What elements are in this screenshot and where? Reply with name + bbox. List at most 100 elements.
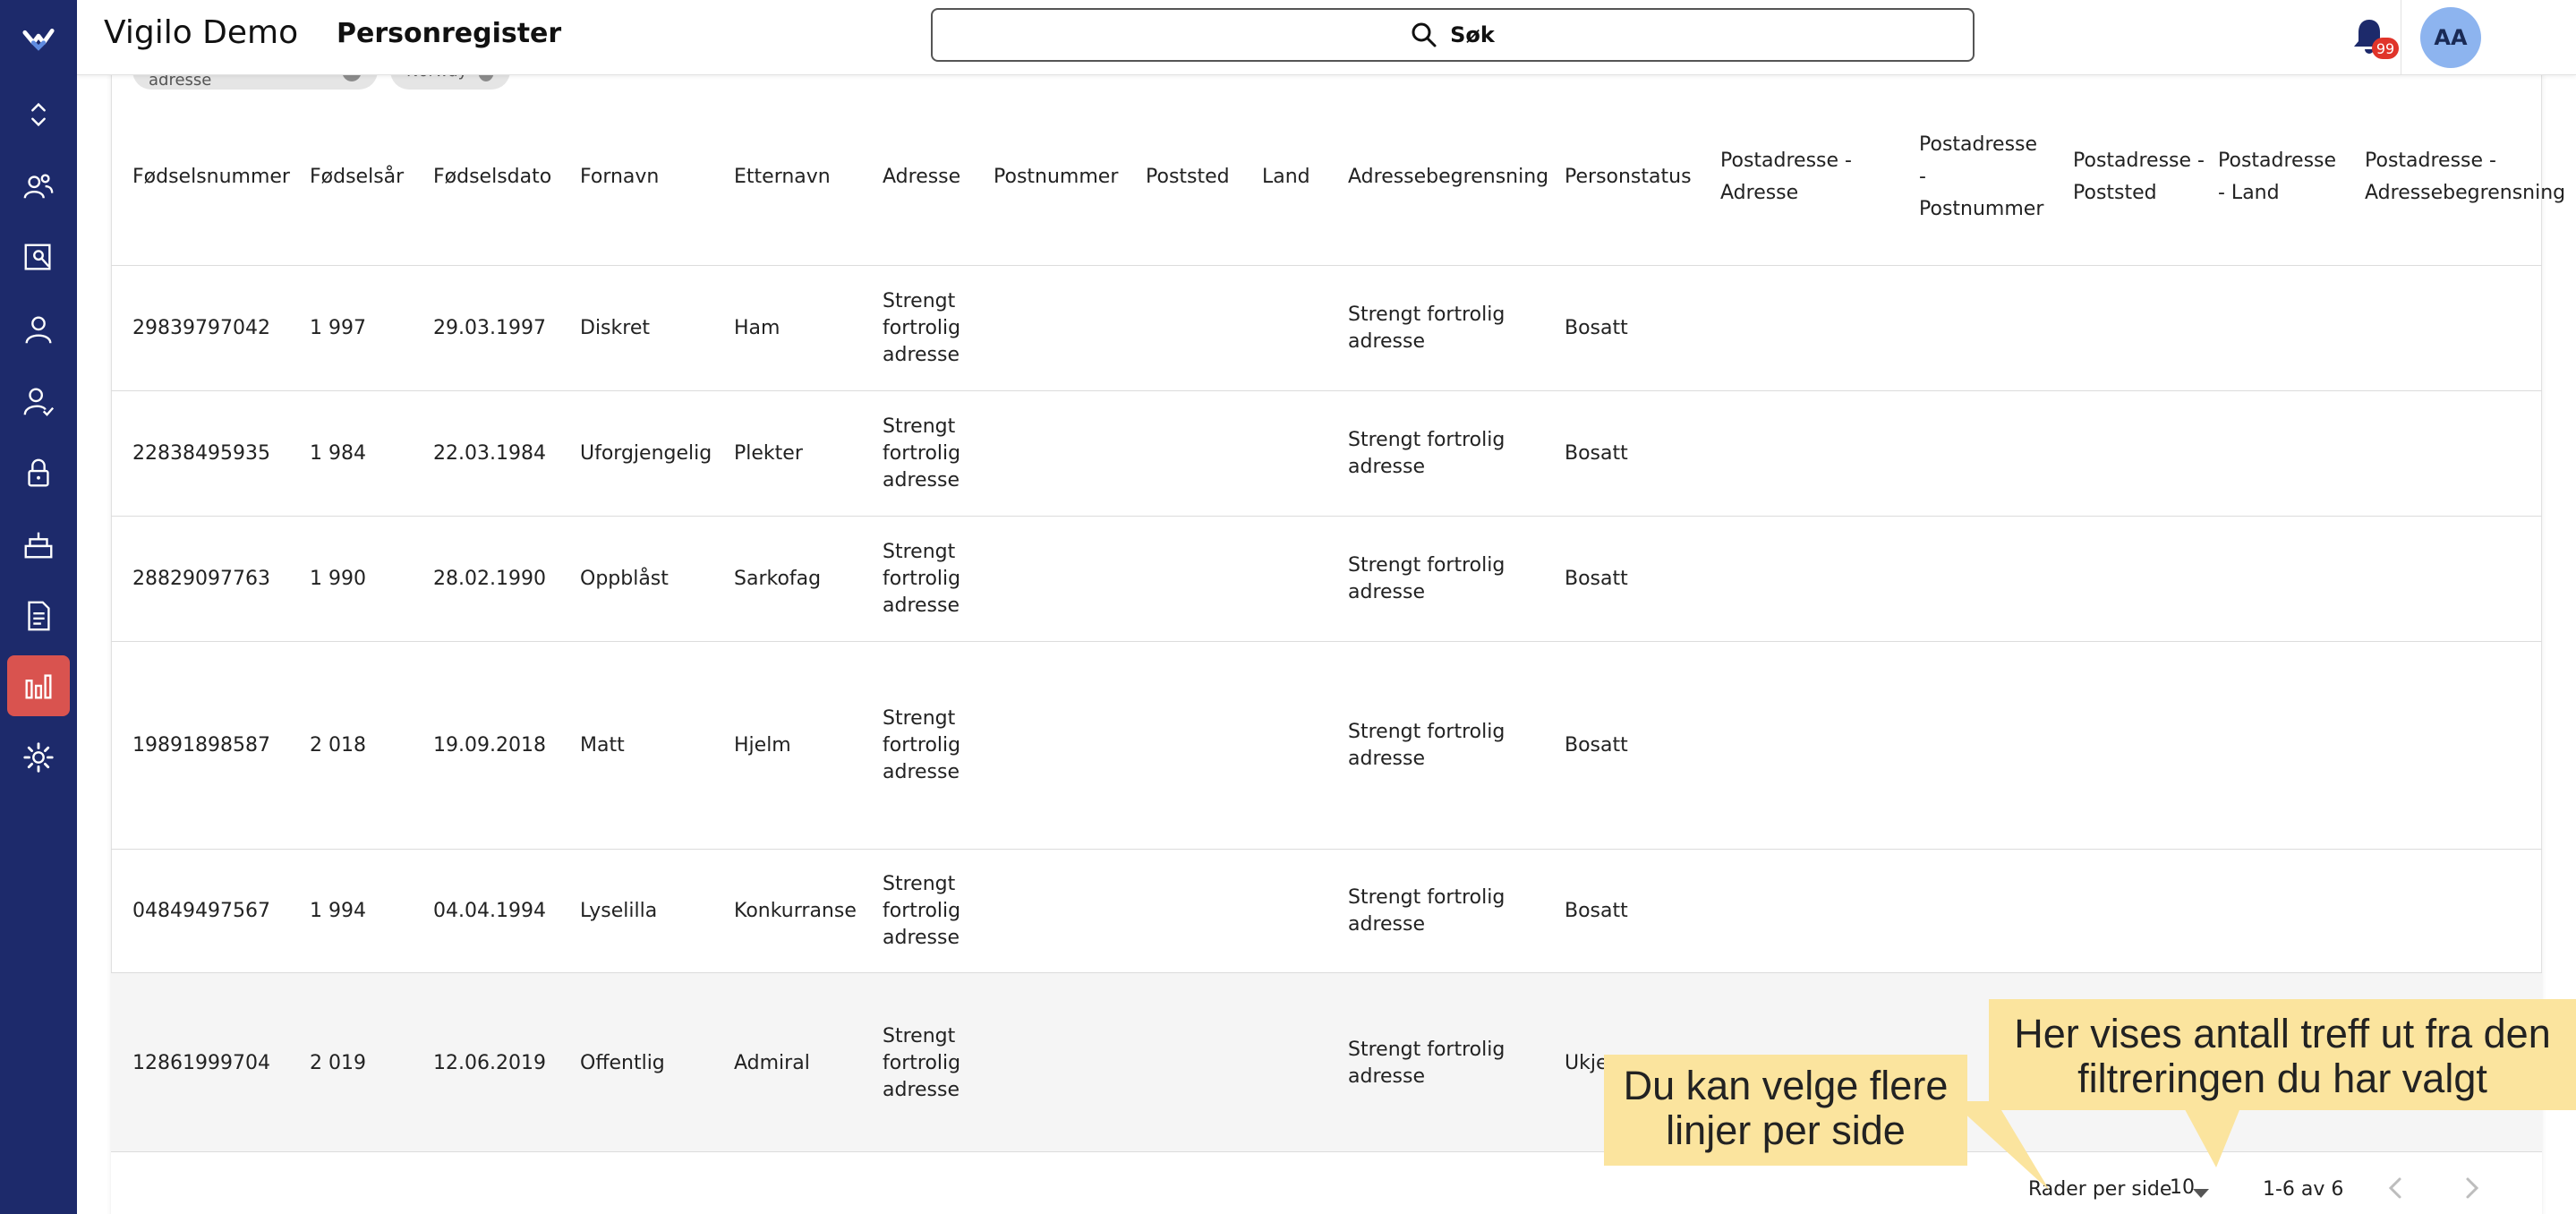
column-header[interactable]: Postnummer [994, 161, 1137, 193]
cell-restriction: Strengt fortrolig adresse [1348, 721, 1506, 770]
cell-address: Strengt fortrolig adresse [883, 415, 961, 492]
chevron-right-icon[interactable] [2456, 1173, 2486, 1203]
cell-status: Bosatt [1565, 442, 1628, 465]
cell-year: 1 990 [310, 568, 366, 590]
cell-restriction: Strengt fortrolig adresse [1348, 554, 1506, 603]
cell-last-name: Sarkofag [734, 568, 822, 590]
cell-fnr: 12861999704 [132, 1052, 270, 1074]
sidebar-item-search-person[interactable] [7, 227, 70, 288]
sidebar [0, 0, 77, 1214]
callout-pointer [1951, 1101, 2050, 1191]
sidebar-item-person[interactable] [7, 299, 70, 360]
logo-button[interactable] [7, 7, 70, 68]
cell-status: Bosatt [1565, 317, 1628, 339]
cell-fnr: 28829097763 [132, 568, 270, 590]
column-header[interactable]: Poststed [1146, 161, 1253, 193]
sidebar-item-expand[interactable] [7, 84, 70, 145]
cell-status: Bosatt [1565, 900, 1628, 922]
sidebar-item-documents[interactable] [7, 586, 70, 646]
cell-address: Strengt fortrolig adresse [883, 541, 961, 617]
cell-restriction: Strengt fortrolig adresse [1348, 429, 1506, 478]
sidebar-item-lock[interactable] [7, 442, 70, 503]
cell-date: 04.04.1994 [433, 900, 546, 922]
column-header[interactable]: Etternavn [734, 161, 868, 193]
cell-restriction: Strengt fortrolig adresse [1348, 1039, 1506, 1088]
cell-last-name: Hjelm [734, 734, 791, 757]
people-icon [23, 174, 54, 199]
cell-first-name: Lyselilla [580, 900, 658, 922]
avatar[interactable]: AA [2420, 7, 2481, 68]
person-icon [25, 316, 52, 344]
cell-date: 12.06.2019 [433, 1052, 546, 1074]
logo-icon [22, 29, 55, 51]
gear-icon [23, 742, 54, 773]
cell-address: Strengt fortrolig adresse [883, 707, 961, 783]
column-header[interactable]: Postadresse - Adressebegrensning [2365, 145, 2565, 209]
callout-rows-per-page: Du kan velge flere linjer per side [1604, 1055, 1967, 1166]
cell-year: 1 997 [310, 317, 366, 339]
cell-first-name: Oppblåst [580, 568, 669, 590]
sidebar-item-people[interactable] [7, 156, 70, 217]
sidebar-item-birthday[interactable] [7, 514, 70, 575]
expand-collapse-icon [31, 102, 46, 127]
cell-last-name: Admiral [734, 1052, 810, 1074]
column-header[interactable]: Fornavn [580, 161, 714, 193]
sidebar-item-reports[interactable] [7, 655, 70, 716]
cell-date: 29.03.1997 [433, 317, 546, 339]
top-header: Vigilo Demo Personregister Søk [77, 0, 2576, 75]
column-header[interactable]: Postadresse - Land [2218, 145, 2336, 209]
column-header[interactable]: Postadresse - Poststed [2073, 145, 2216, 209]
callout-pointer [2180, 1101, 2243, 1167]
rows-per-page-select[interactable]: 10 [2170, 1176, 2195, 1199]
pagination-range: 1-6 av 6 [2263, 1178, 2344, 1201]
cell-first-name: Offentlig [580, 1052, 665, 1074]
cell-fnr: 29839797042 [132, 317, 270, 339]
sidebar-item-person-check[interactable] [7, 371, 70, 432]
lock-icon [28, 458, 49, 487]
cell-address: Strengt fortrolig adresse [883, 873, 961, 949]
cell-address: Strengt fortrolig adresse [883, 1025, 961, 1101]
cell-first-name: Matt [580, 734, 625, 757]
cell-restriction: Strengt fortrolig adresse [1348, 886, 1506, 936]
app-title: Vigilo Demo [104, 14, 299, 51]
cell-year: 2 018 [310, 734, 366, 757]
cell-date: 28.02.1990 [433, 568, 546, 590]
page-title: Personregister [337, 18, 562, 49]
cell-last-name: Konkurranse [734, 900, 857, 922]
column-header[interactable]: Postadresse - Adresse [1720, 145, 1899, 209]
cell-address: Strengt fortrolig adresse [883, 290, 961, 366]
search-icon [1412, 22, 1437, 47]
cell-first-name: Uforgjengelig [580, 442, 712, 465]
search-button[interactable]: Søk [931, 8, 1975, 62]
document-icon [28, 601, 50, 631]
column-header[interactable]: Land [1262, 161, 1334, 193]
cell-status: Bosatt [1565, 568, 1628, 590]
cell-first-name: Diskret [580, 317, 650, 339]
cell-date: 22.03.1984 [433, 442, 546, 465]
column-header[interactable]: Fødselsnummer [132, 161, 303, 193]
cell-year: 1 994 [310, 900, 366, 922]
chevron-left-icon[interactable] [2381, 1173, 2411, 1203]
cell-last-name: Ham [734, 317, 780, 339]
column-header[interactable]: Adresse [883, 161, 981, 193]
cell-status: Ukje [1565, 1052, 1608, 1074]
search-label: Søk [1450, 22, 1495, 47]
cell-date: 19.09.2018 [433, 734, 546, 757]
notification-badge: 99 [2372, 38, 2399, 59]
column-header[interactable]: Fødselsdato [433, 161, 567, 193]
cell-year: 1 984 [310, 442, 366, 465]
chevron-down-icon[interactable] [2193, 1189, 2209, 1198]
cell-fnr: 22838495935 [132, 442, 270, 465]
column-header[interactable]: Fødselsår [310, 161, 426, 193]
column-header[interactable]: Postadresse - Postnummer [1919, 129, 2044, 226]
cell-status: Bosatt [1565, 734, 1628, 757]
cell-restriction: Strengt fortrolig adresse [1348, 304, 1506, 353]
sidebar-item-settings[interactable] [7, 727, 70, 788]
person-check-icon [23, 388, 55, 416]
callout-hit-count: Her vises antall treff ut fra den filtre… [1989, 999, 2576, 1110]
cake-icon [24, 532, 53, 559]
column-header[interactable]: Personstatus [1565, 161, 1717, 193]
cell-year: 2 019 [310, 1052, 366, 1074]
bar-chart-icon [25, 674, 52, 699]
column-header[interactable]: Adressebegrensning [1348, 161, 1563, 193]
